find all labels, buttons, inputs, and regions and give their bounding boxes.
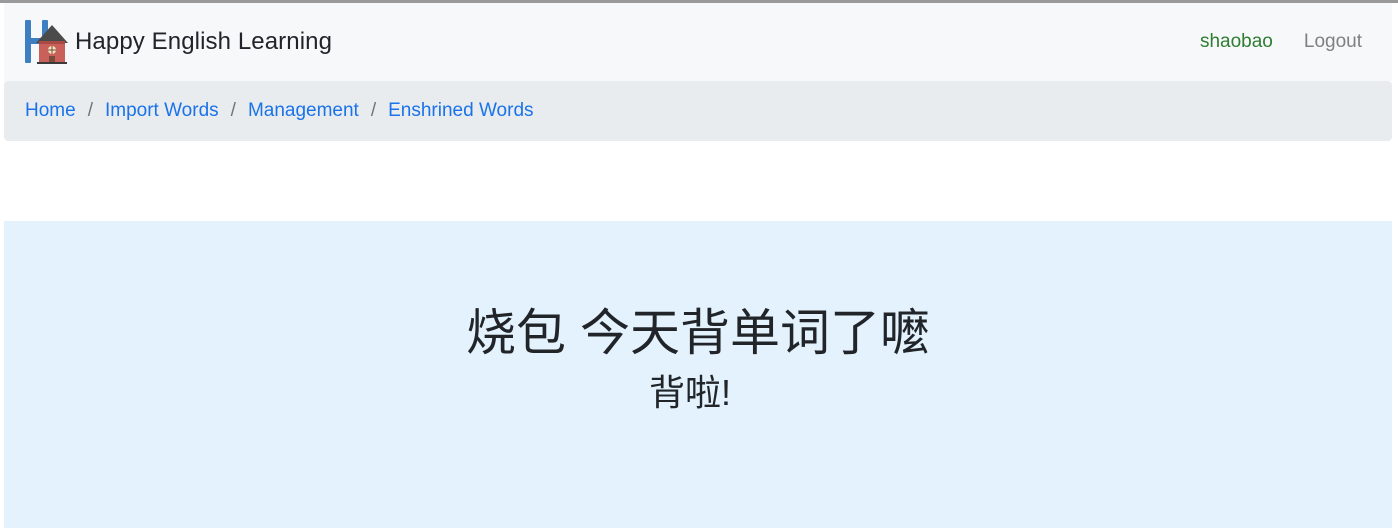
breadcrumb-separator: /: [87, 100, 93, 121]
username-link[interactable]: shaobao: [1200, 31, 1273, 53]
breadcrumb-separator: /: [370, 100, 377, 121]
welcome-jumbotron: 烧包 今天背单词了嚒 背啦!: [4, 221, 1392, 528]
breadcrumb-enshrined-words[interactable]: Enshrined Words: [388, 100, 533, 122]
breadcrumb-separator: /: [230, 100, 236, 121]
nav-right: shaobao Logout: [1200, 3, 1362, 81]
logout-link[interactable]: Logout: [1304, 31, 1362, 53]
breadcrumb-management[interactable]: Management: [248, 100, 359, 122]
breadcrumb-import-words[interactable]: Import Words: [105, 100, 219, 122]
brand-title: Happy English Learning: [75, 28, 333, 55]
page: Happy English Learning shaobao Logout Ho…: [0, 0, 1398, 528]
brand-link[interactable]: Happy English Learning: [24, 19, 332, 65]
welcome-title: 烧包 今天背单词了嚒: [466, 305, 930, 361]
breadcrumb: Home / Import Words / Management / Enshr…: [4, 81, 1392, 141]
breadcrumb-home[interactable]: Home: [25, 100, 76, 122]
welcome-subtitle: 背啦!: [648, 372, 731, 413]
top-navbar: Happy English Learning shaobao Logout: [4, 3, 1392, 81]
house-h-logo-icon: [25, 20, 68, 64]
